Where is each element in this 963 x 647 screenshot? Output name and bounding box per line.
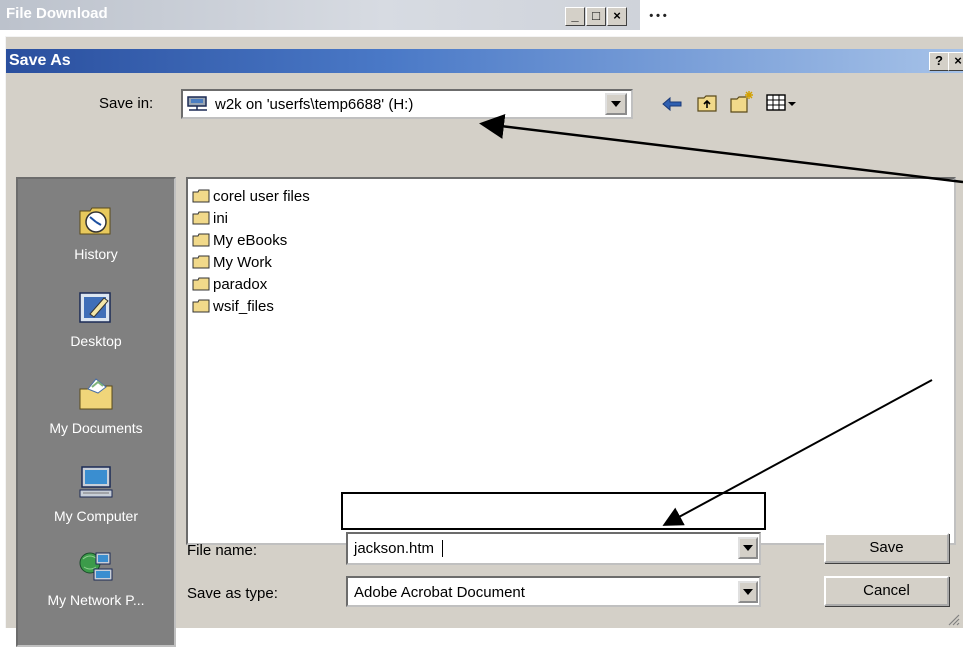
arrow-to-file-name (662, 379, 933, 526)
arrow-to-save-in (479, 113, 963, 184)
annotation-arrows (479, 113, 963, 526)
